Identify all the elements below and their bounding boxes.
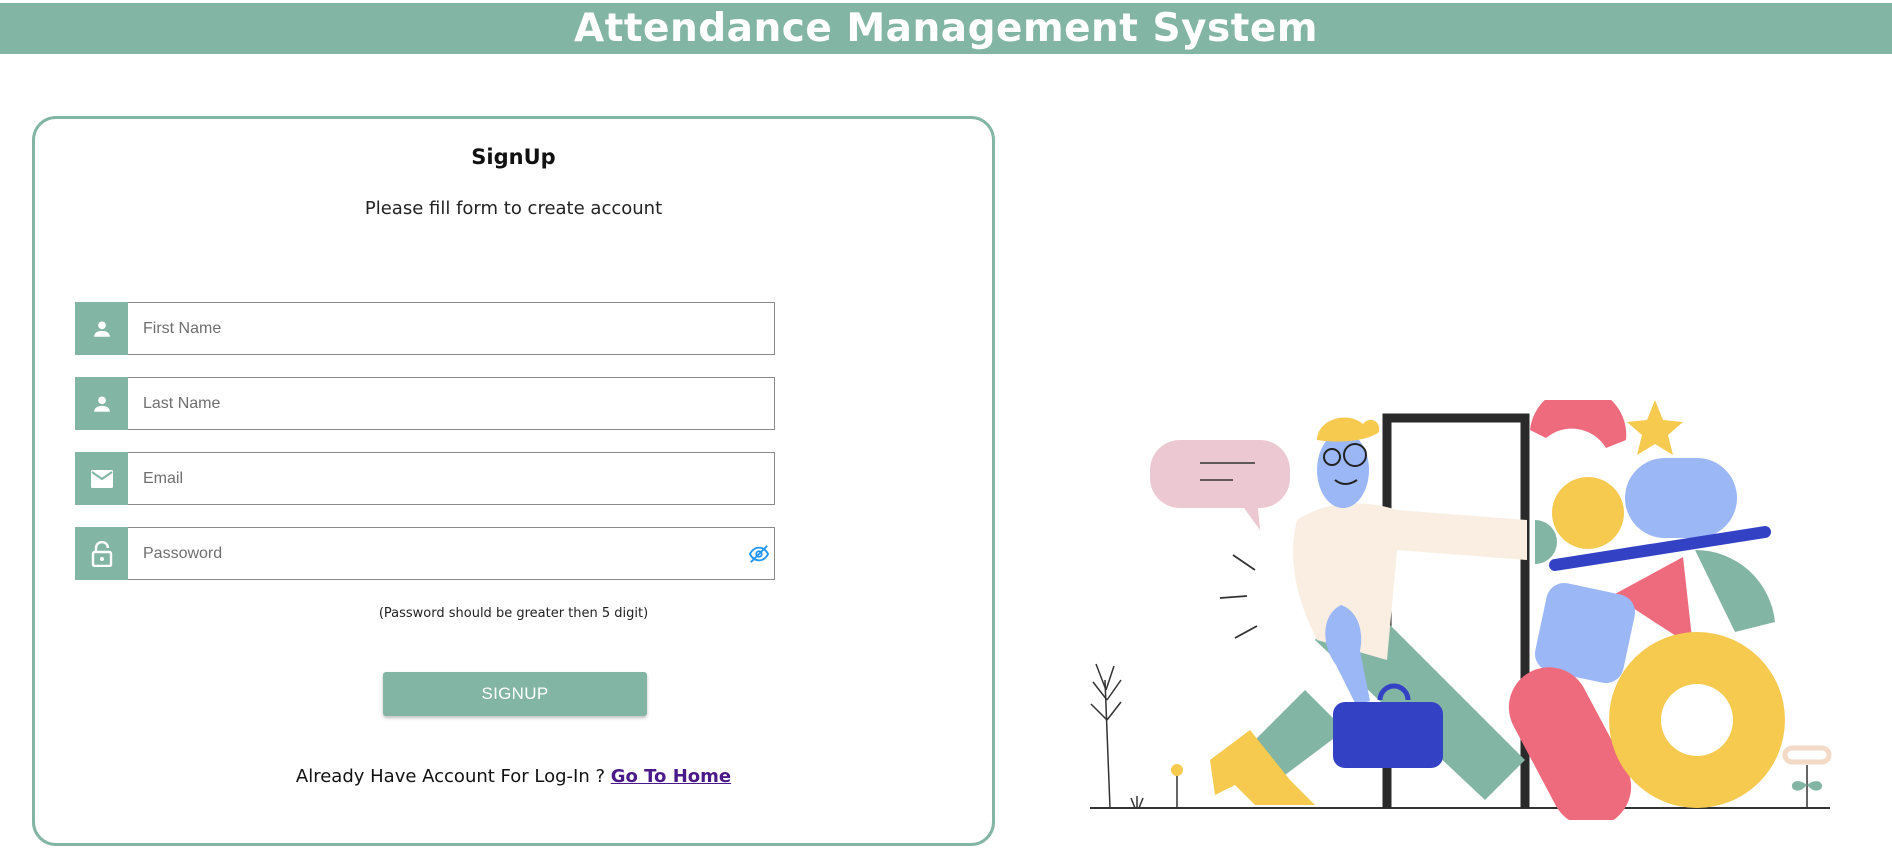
password-hint: (Password should be greater then 5 digit…: [378, 606, 649, 621]
login-prompt: Already Have Account For Log-In ? Go To …: [35, 766, 992, 787]
go-to-home-link[interactable]: Go To Home: [611, 766, 731, 787]
form-subtitle: Please fill form to create account: [364, 198, 663, 219]
last-name-input[interactable]: [141, 377, 774, 430]
password-field: [75, 527, 775, 580]
eye-off-icon[interactable]: [748, 544, 770, 569]
login-prompt-text: Already Have Account For Log-In ?: [295, 766, 606, 787]
email-input[interactable]: [141, 452, 774, 505]
email-field: [75, 452, 775, 505]
signup-illustration: [1090, 400, 1832, 820]
app-title: Attendance Management System: [574, 6, 1318, 51]
first-name-input[interactable]: [141, 302, 774, 355]
signup-card: SignUp Please fill form to create accoun…: [32, 116, 995, 846]
person-icon: [75, 377, 128, 430]
person-icon: [75, 302, 128, 355]
last-name-field: [75, 377, 775, 430]
first-name-field: [75, 302, 775, 355]
app-header: Attendance Management System: [0, 3, 1892, 54]
password-input[interactable]: [141, 527, 774, 580]
mail-icon: [75, 452, 128, 505]
signup-button[interactable]: SIGNUP: [383, 672, 647, 716]
lock-icon: [75, 527, 128, 580]
form-title: SignUp: [471, 145, 556, 169]
